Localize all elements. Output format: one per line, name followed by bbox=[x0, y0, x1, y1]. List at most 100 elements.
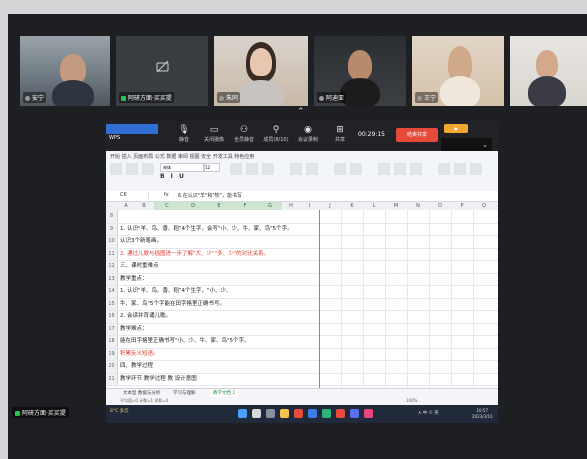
cell-text[interactable]: 四、教学过程 bbox=[120, 360, 153, 373]
table-row[interactable]: 9 1. 认识"羊、鸟、香、稻"4个生字，会写"小、少、牛、家、鸟"5个字。 bbox=[106, 222, 498, 236]
app-icon[interactable] bbox=[350, 409, 359, 418]
cell-text[interactable]: 能在田字格里正确书写"小、少、牛、家、鸟"5个字。 bbox=[120, 335, 250, 348]
system-clock[interactable]: 10:57 2023/3/10 bbox=[472, 408, 493, 420]
cell-text[interactable]: 1. 认识"羊、鸟、香、稻"4个生字，会写"小、少、牛、家、鸟"5个字。 bbox=[120, 223, 293, 236]
row-number[interactable]: 19 bbox=[106, 347, 118, 360]
viewer-panel[interactable]: ⌄ bbox=[441, 138, 492, 152]
sort-icon[interactable] bbox=[410, 163, 422, 175]
zoom-level[interactable]: 100% bbox=[406, 398, 417, 403]
table-row[interactable]: 18 能在田字格里正确书写"小、少、牛、家、鸟"5个字。 bbox=[106, 335, 498, 349]
column-header[interactable]: F bbox=[232, 202, 258, 210]
column-header[interactable]: Q bbox=[473, 202, 495, 210]
table-row[interactable]: 16 2. 会读并背诵儿歌。 bbox=[106, 310, 498, 324]
table-row[interactable]: 19 积累反义短语。 bbox=[106, 347, 498, 361]
wrap-icon[interactable] bbox=[262, 163, 274, 175]
column-header[interactable]: G bbox=[258, 202, 282, 210]
row-number[interactable]: 11 bbox=[106, 247, 118, 260]
cell-text[interactable]: 教学难点： bbox=[120, 323, 148, 336]
font-name-select[interactable]: 宋体 bbox=[160, 163, 204, 172]
app-icon[interactable] bbox=[336, 409, 345, 418]
stop-share-button[interactable]: 结束共享 bbox=[396, 128, 438, 142]
folder-icon[interactable] bbox=[280, 409, 289, 418]
wps-app-tab[interactable]: WPS bbox=[106, 124, 158, 141]
column-header[interactable]: N bbox=[407, 202, 429, 210]
column-header[interactable]: O bbox=[429, 202, 451, 210]
column-header[interactable]: J bbox=[319, 202, 341, 210]
browser-icon[interactable] bbox=[308, 409, 317, 418]
format-painter-icon[interactable] bbox=[142, 163, 154, 175]
cell-text[interactable]: 教学重点： bbox=[120, 273, 148, 286]
row-number[interactable]: 14 bbox=[106, 285, 118, 298]
font-size-select[interactable]: 12 bbox=[204, 163, 220, 172]
mute-all-button[interactable]: ⚇ 全员静音 bbox=[230, 124, 258, 143]
filter-icon[interactable] bbox=[394, 163, 406, 175]
collapse-strip-icon[interactable]: ⌃ bbox=[297, 107, 305, 117]
column-header[interactable]: H bbox=[282, 202, 300, 210]
app-icon[interactable] bbox=[364, 409, 373, 418]
start-icon[interactable] bbox=[238, 409, 247, 418]
cut-icon[interactable] bbox=[126, 163, 138, 175]
cell-text[interactable]: 牛、家、鸟"5个字能在田字格里正确书写。 bbox=[120, 298, 225, 311]
task-view-icon[interactable] bbox=[266, 409, 275, 418]
table-row[interactable]: 15 牛、家、鸟"5个字能在田字格里正确书写。 bbox=[106, 297, 498, 311]
row-number[interactable]: 20 bbox=[106, 360, 118, 373]
record-button[interactable]: ◉ 会议录制 bbox=[294, 124, 322, 143]
column-header[interactable]: L bbox=[363, 202, 385, 210]
app-icon[interactable] bbox=[294, 409, 303, 418]
merge-icon[interactable] bbox=[246, 163, 258, 175]
mute-button[interactable]: 🎙 静音 bbox=[170, 124, 198, 143]
row-number[interactable]: 12 bbox=[106, 260, 118, 273]
participant-tile[interactable]: 安宁 bbox=[20, 36, 110, 106]
weather-widget[interactable]: 8°C 多云 bbox=[110, 408, 129, 414]
row-col-icon[interactable] bbox=[470, 163, 482, 175]
table-row[interactable]: 21 教学环节 教学过程 教 设计意图 bbox=[106, 372, 498, 386]
cell-text[interactable]: 2. 会读并背诵儿歌。 bbox=[120, 310, 171, 323]
members-button[interactable]: ⚲ 成员(8/10) bbox=[262, 124, 290, 143]
table-row[interactable]: 17 教学难点： bbox=[106, 322, 498, 336]
row-number[interactable]: 18 bbox=[106, 335, 118, 348]
column-header[interactable]: B bbox=[134, 202, 154, 210]
sheet-tab[interactable]: 学习与理解 bbox=[170, 390, 199, 397]
number-format-icon[interactable] bbox=[290, 163, 302, 175]
fx-icon[interactable]: fx bbox=[164, 192, 169, 198]
column-header[interactable]: A bbox=[118, 202, 134, 210]
percent-icon[interactable] bbox=[306, 163, 318, 175]
participant-tile[interactable]: 阿迪亚 bbox=[314, 36, 406, 106]
app-icon[interactable] bbox=[322, 409, 331, 418]
fill-icon[interactable] bbox=[438, 163, 450, 175]
paste-icon[interactable] bbox=[110, 163, 122, 175]
cell-text[interactable]: 2. 通过儿歌与插图进一步了解"大、少""多、少"的对比关系。 bbox=[120, 248, 269, 261]
cell-text[interactable]: 认识3个新笔画。 bbox=[120, 235, 162, 248]
camera-button[interactable]: ▭ 关闭摄像 bbox=[200, 124, 228, 143]
cell-text[interactable]: 1. 认识"羊、鸟、香、稻"4个生字，"小、少、 bbox=[120, 285, 232, 298]
column-header[interactable]: E bbox=[206, 202, 232, 210]
column-header[interactable]: M bbox=[385, 202, 407, 210]
row-number[interactable]: 15 bbox=[106, 297, 118, 310]
bold-italic-underline[interactable]: B I U bbox=[160, 173, 186, 180]
table-row[interactable]: 20 四、教学过程 bbox=[106, 360, 498, 374]
table-row[interactable]: 13 教学重点： bbox=[106, 272, 498, 286]
participant-tile[interactable]: 朱同 bbox=[214, 36, 308, 106]
formula-input[interactable]: 6.在认识"羊"和"牧"，能书写 bbox=[178, 192, 242, 199]
ribbon-tabs[interactable]: 开始 插入 页面布局 公式 数据 审阅 视图 安全 开发工具 特色应用 bbox=[110, 153, 254, 160]
cell-text[interactable]: 积累反义短语。 bbox=[120, 348, 159, 361]
table-style-icon[interactable] bbox=[350, 163, 362, 175]
participant-tile[interactable] bbox=[510, 36, 587, 106]
cell-icon[interactable] bbox=[454, 163, 466, 175]
column-header[interactable]: C bbox=[154, 202, 180, 210]
cell-text[interactable]: 教学环节 教学过程 教 设计意图 bbox=[120, 373, 197, 386]
column-header[interactable]: I bbox=[300, 202, 319, 210]
participant-tile[interactable]: 王宁 bbox=[412, 36, 504, 106]
row-number[interactable]: 21 bbox=[106, 372, 118, 385]
share-button[interactable]: ⊞ 共享 bbox=[326, 124, 354, 143]
table-row[interactable]: 14 1. 认识"羊、鸟、香、稻"4个生字，"小、少、 bbox=[106, 285, 498, 299]
row-number[interactable]: 13 bbox=[106, 272, 118, 285]
row-number[interactable]: 17 bbox=[106, 322, 118, 335]
sheet-tab[interactable]: 文本型 数据与分析 bbox=[120, 390, 163, 397]
search-icon[interactable] bbox=[252, 409, 261, 418]
column-header[interactable]: D bbox=[180, 202, 206, 210]
align-icon[interactable] bbox=[230, 163, 242, 175]
table-row[interactable]: 10 认识3个新笔画。 bbox=[106, 235, 498, 249]
table-row[interactable]: 8 bbox=[106, 210, 498, 224]
user-chip[interactable]: ● bbox=[444, 124, 468, 133]
